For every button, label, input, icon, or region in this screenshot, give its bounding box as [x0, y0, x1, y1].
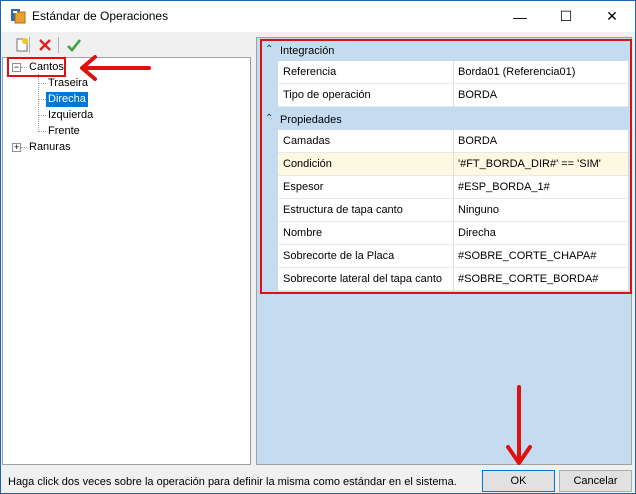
confirm-button[interactable] — [65, 36, 83, 54]
status-hint: Haga click dos veces sobre la operación … — [8, 476, 457, 488]
tree-node-ranuras[interactable]: Ranuras — [27, 140, 73, 155]
annotation-box-grid — [260, 39, 632, 294]
toolbar-separator — [58, 37, 59, 53]
expand-icon[interactable]: + — [12, 143, 21, 152]
close-button[interactable]: ✕ — [589, 1, 635, 32]
dialog-window: Estándar de Operaciones — ☐ ✕ − Cantos T… — [0, 0, 636, 494]
tree-line — [38, 115, 46, 116]
minimize-button[interactable]: — — [497, 1, 543, 32]
operations-tree[interactable]: − Cantos Traseira Direcha Izquierda Fren… — [2, 57, 251, 465]
tree-node-izquierda[interactable]: Izquierda — [46, 108, 95, 123]
tree-line — [38, 99, 46, 100]
annotation-arrow-down-icon — [506, 385, 532, 465]
annotation-box-tree — [7, 57, 66, 77]
check-icon — [67, 39, 82, 52]
new-icon — [16, 38, 28, 52]
tree-line — [38, 131, 46, 132]
tree-line — [38, 83, 46, 84]
annotation-arrow-left-icon — [80, 55, 151, 81]
title-bar: Estándar de Operaciones — ☐ ✕ — [1, 1, 635, 32]
maximize-icon: ☐ — [559, 8, 573, 24]
toolbar-separator — [29, 37, 30, 53]
delete-button[interactable] — [36, 36, 54, 54]
maximize-button[interactable]: ☐ — [543, 1, 589, 32]
window-title: Estándar de Operaciones — [32, 9, 169, 23]
app-icon — [10, 8, 26, 24]
ok-button[interactable]: OK — [482, 470, 555, 492]
cancel-button[interactable]: Cancelar — [559, 470, 632, 492]
close-icon: ✕ — [606, 8, 618, 24]
delete-icon — [39, 39, 51, 51]
minimize-icon: — — [513, 8, 527, 25]
tree-node-frente[interactable]: Frente — [46, 124, 82, 139]
tree-node-direcha[interactable]: Direcha — [46, 92, 88, 107]
